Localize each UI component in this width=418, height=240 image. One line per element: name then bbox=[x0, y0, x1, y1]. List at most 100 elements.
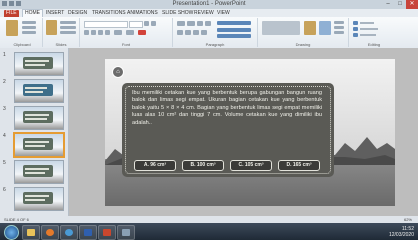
decrease-indent-icon[interactable] bbox=[197, 21, 203, 26]
replace-label bbox=[360, 28, 378, 30]
bullets-icon[interactable] bbox=[177, 21, 185, 26]
align-center-icon[interactable] bbox=[185, 30, 191, 35]
copy-icon[interactable] bbox=[22, 26, 36, 29]
zoom-level[interactable]: 62% bbox=[404, 216, 412, 223]
minimize-button[interactable]: – bbox=[382, 0, 394, 9]
tab-slide-show[interactable]: SLIDE SHOW bbox=[160, 10, 195, 17]
font-color-icon[interactable] bbox=[138, 30, 146, 35]
section-icon[interactable] bbox=[60, 31, 76, 34]
thumbnail-number: 5 bbox=[3, 160, 6, 166]
thumbnail-number: 6 bbox=[3, 187, 6, 193]
bold-icon[interactable] bbox=[84, 30, 89, 35]
powerpoint-icon[interactable] bbox=[98, 225, 116, 240]
align-left-icon[interactable] bbox=[177, 30, 183, 35]
drawing-group: Drawing bbox=[258, 18, 349, 47]
font-name-field[interactable] bbox=[84, 21, 128, 28]
cut-icon[interactable] bbox=[22, 21, 36, 24]
quick-styles-icon[interactable] bbox=[319, 21, 331, 35]
slides-group-label: Slides bbox=[55, 42, 67, 47]
character-spacing-icon[interactable] bbox=[114, 30, 122, 35]
word-icon[interactable] bbox=[79, 225, 97, 240]
tab-file[interactable]: FILE bbox=[4, 10, 19, 17]
tab-animations[interactable]: ANIMATIONS bbox=[125, 10, 160, 17]
select-label bbox=[360, 34, 376, 36]
ribbon: Clipboard Slides Font Paragraph Drawing … bbox=[0, 17, 418, 49]
app-icon[interactable] bbox=[117, 225, 135, 240]
tab-view[interactable]: VIEW bbox=[215, 10, 232, 17]
underline-icon[interactable] bbox=[98, 30, 103, 35]
shape-outline-icon[interactable] bbox=[334, 26, 344, 29]
tab-transitions[interactable]: TRANSITIONS bbox=[90, 10, 128, 17]
italic-icon[interactable] bbox=[91, 30, 96, 35]
answer-option-a[interactable]: A. 96 cm³ bbox=[134, 160, 176, 171]
answer-option-c[interactable]: C. 105 cm³ bbox=[230, 160, 272, 171]
text-direction-icon[interactable] bbox=[217, 21, 251, 25]
justify-icon[interactable] bbox=[201, 30, 207, 35]
shrink-font-icon[interactable] bbox=[151, 21, 156, 26]
change-case-icon[interactable] bbox=[126, 30, 134, 35]
numbering-icon[interactable] bbox=[187, 21, 195, 26]
question-text: Ibu memiliki cetakan kue yang berbentuk … bbox=[132, 90, 322, 126]
thumbnail-number: 3 bbox=[3, 106, 6, 112]
clipboard-group-label: Clipboard bbox=[13, 42, 31, 47]
tab-home[interactable]: HOME bbox=[22, 9, 43, 17]
answer-option-d[interactable]: D. 165 cm³ bbox=[278, 160, 320, 171]
format-painter-icon[interactable] bbox=[22, 31, 36, 34]
select-icon[interactable] bbox=[353, 33, 358, 37]
font-group-label: Font bbox=[121, 42, 130, 47]
reset-icon[interactable] bbox=[60, 26, 76, 29]
tab-review[interactable]: REVIEW bbox=[192, 10, 216, 17]
thumbnail-number: 4 bbox=[3, 133, 6, 139]
slide[interactable]: ⌂ Ibu memiliki cetakan kue yang berbentu… bbox=[105, 59, 395, 206]
slide-editing-area: ⌂ Ibu memiliki cetakan kue yang berbentu… bbox=[69, 48, 418, 216]
home-icon[interactable]: ⌂ bbox=[112, 66, 124, 78]
replace-icon[interactable] bbox=[353, 27, 358, 31]
strikethrough-icon[interactable] bbox=[105, 30, 110, 35]
media-player-icon[interactable] bbox=[41, 225, 59, 240]
tab-insert[interactable]: INSERT bbox=[44, 10, 66, 17]
align-text-icon[interactable] bbox=[217, 28, 251, 32]
slide-thumbnail-2[interactable] bbox=[14, 79, 64, 103]
smartart-icon[interactable] bbox=[217, 34, 251, 38]
slide-thumbnail-1[interactable] bbox=[14, 52, 64, 76]
shape-fill-icon[interactable] bbox=[334, 21, 344, 24]
find-label bbox=[360, 22, 374, 24]
tab-design[interactable]: DESIGN bbox=[66, 10, 89, 17]
slide-thumbnails-pane: 1 2 3 4 5 6 bbox=[0, 48, 69, 216]
increase-indent-icon[interactable] bbox=[205, 21, 211, 26]
arrange-icon[interactable] bbox=[304, 21, 316, 35]
clipboard-group: Clipboard bbox=[2, 18, 43, 47]
status-bar: SLIDE 4 OF 6 62% bbox=[0, 216, 418, 223]
font-size-field[interactable] bbox=[129, 21, 143, 28]
system-tray[interactable]: 11:52 12/03/2020 bbox=[389, 226, 414, 238]
slide-thumbnail-4[interactable] bbox=[13, 132, 65, 158]
slide-thumbnail-3[interactable] bbox=[14, 106, 64, 130]
thumbnail-number: 2 bbox=[3, 79, 6, 85]
answer-option-b[interactable]: B. 100 cm³ bbox=[182, 160, 224, 171]
shapes-gallery[interactable] bbox=[262, 21, 300, 35]
explorer-icon[interactable] bbox=[22, 225, 40, 240]
start-button[interactable] bbox=[4, 225, 19, 240]
slide-thumbnail-6[interactable] bbox=[14, 187, 64, 211]
shape-effects-icon[interactable] bbox=[334, 31, 344, 34]
maximize-button[interactable]: □ bbox=[394, 0, 406, 9]
slide-thumbnail-5[interactable] bbox=[14, 160, 64, 184]
new-slide-icon[interactable] bbox=[46, 20, 57, 35]
find-icon[interactable] bbox=[353, 21, 358, 25]
layout-icon[interactable] bbox=[60, 21, 76, 24]
slides-group: Slides bbox=[43, 18, 80, 47]
ribbon-tabs: FILE HOME INSERT DESIGN TRANSITIONS ANIM… bbox=[0, 9, 418, 17]
grow-font-icon[interactable] bbox=[144, 21, 149, 26]
clock-date: 12/03/2020 bbox=[388, 232, 414, 238]
align-right-icon[interactable] bbox=[193, 30, 199, 35]
paragraph-group-label: Paragraph bbox=[205, 42, 225, 47]
paste-icon[interactable] bbox=[6, 20, 18, 36]
editing-group-label: Editing bbox=[367, 42, 381, 47]
drawing-group-label: Drawing bbox=[295, 42, 311, 47]
taskbar: 11:52 12/03/2020 bbox=[0, 223, 418, 240]
question-board: Ibu memiliki cetakan kue yang berbentuk … bbox=[122, 83, 334, 177]
slide-counter: SLIDE 4 OF 6 bbox=[4, 217, 29, 222]
thumbnail-number: 1 bbox=[3, 52, 6, 58]
browser-icon[interactable] bbox=[60, 225, 78, 240]
close-button[interactable]: ✕ bbox=[406, 0, 418, 9]
